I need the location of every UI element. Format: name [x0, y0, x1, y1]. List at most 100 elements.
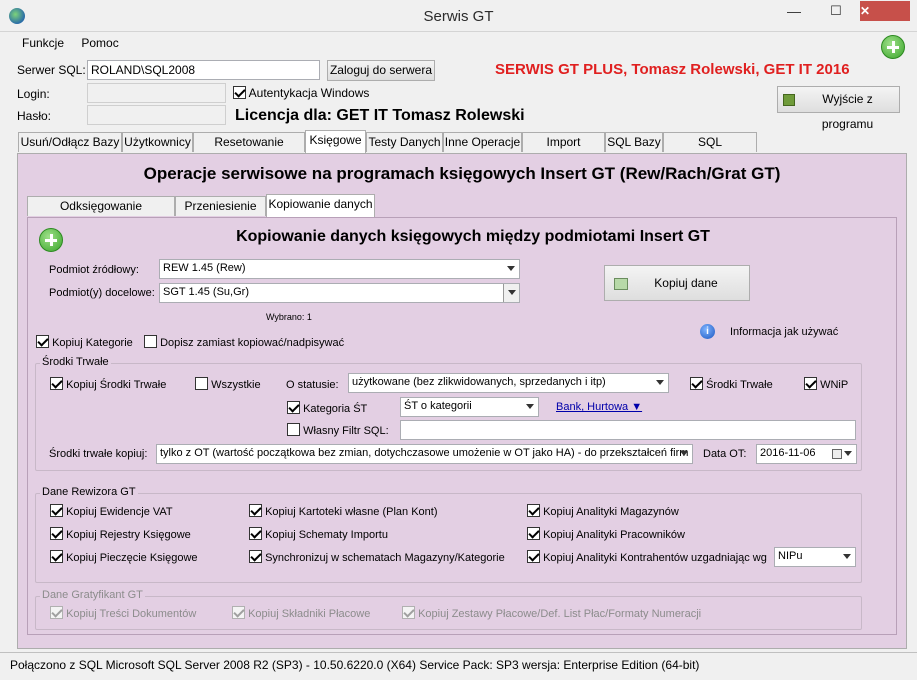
rewizor-accounts-label: Kopiuj Kartoteki własne (Plan Kont): [265, 506, 438, 518]
status-value: użytkowane (bez zlikwidowanych, sprzedan…: [352, 376, 606, 388]
own-filter-checkbox[interactable]: Własny Filtr SQL:: [287, 423, 389, 437]
menu-pomoc[interactable]: Pomoc: [81, 36, 118, 50]
all-label: Wszystkie: [211, 379, 261, 391]
category-select[interactable]: ŚT o kategorii: [400, 397, 539, 417]
subtab-kopiowanie[interactable]: Kopiowanie danych: [266, 194, 375, 217]
target-select[interactable]: SGT 1.45 (Su,Gr): [159, 283, 520, 303]
chevron-down-icon: [508, 290, 516, 295]
all-checkbox[interactable]: Wszystkie: [195, 377, 261, 391]
copy-fixed-assets-checkbox[interactable]: Kopiuj Środki Trwałe: [50, 377, 166, 391]
own-filter-input[interactable]: [400, 420, 856, 440]
category-checkbox[interactable]: Kategoria ŚT: [287, 401, 367, 415]
dropdown-button[interactable]: [503, 284, 519, 302]
match-select[interactable]: NIPu: [774, 547, 856, 567]
checkbox-icon: [690, 377, 703, 390]
subtab-odksiegowanie[interactable]: Odksięgowanie dokumentów: [27, 196, 175, 232]
tab-inne-operacje[interactable]: Inne Operacje: [443, 132, 522, 152]
rewizor-warehouses-label: Kopiuj Analityki Magazynów: [543, 506, 679, 518]
fixed-assets-legend: Środki Trwałe: [40, 356, 111, 368]
brand-text: SERWIS GT PLUS, Tomasz Rolewski, GET IT …: [495, 61, 850, 78]
match-value: NIPu: [778, 550, 803, 562]
checkbox-icon: [249, 550, 262, 563]
checkbox-icon: [402, 606, 415, 619]
st-label: Środki Trwałe: [706, 379, 773, 391]
tab-resetowanie[interactable]: Resetowanie Licencji: [193, 132, 305, 168]
subtab-przeniesienie-bo[interactable]: Przeniesienie BO: [175, 196, 266, 232]
maximize-button[interactable]: ☐: [816, 0, 856, 22]
category-value: ŚT o kategorii: [404, 400, 472, 412]
rewizor-warehouses-checkbox[interactable]: Kopiuj Analityki Magazynów: [527, 504, 679, 518]
status-label: O statusie:: [286, 379, 339, 391]
checkbox-icon: [144, 335, 157, 348]
checkbox-icon: [527, 504, 540, 517]
license-text: Licencja dla: GET IT Tomasz Rolewski: [235, 107, 525, 124]
append-checkbox[interactable]: Dopisz zamiast kopiować/nadpisywać: [144, 335, 344, 349]
status-bar: Połączono z SQL Microsoft SQL Server 200…: [0, 652, 917, 680]
checkbox-icon: [233, 86, 246, 99]
checkbox-icon: [50, 606, 63, 619]
wnip-label: WNiP: [820, 379, 849, 391]
copy-data-button[interactable]: Kopiuj dane: [604, 265, 750, 301]
exit-label: Wyjście z programu: [821, 92, 874, 131]
copy-icon: [614, 278, 628, 290]
rewizor-vat-checkbox[interactable]: Kopiuj Ewidencje VAT: [50, 504, 173, 518]
checkbox-icon: [50, 527, 63, 540]
rewizor-accounts-checkbox[interactable]: Kopiuj Kartoteki własne (Plan Kont): [249, 504, 438, 518]
rewizor-seals-label: Kopiuj Pieczęcie Księgowe: [66, 552, 198, 564]
windows-auth-label: Autentykacja Windows: [248, 86, 370, 100]
server-label: Serwer SQL:: [17, 63, 86, 77]
rewizor-seals-checkbox[interactable]: Kopiuj Pieczęcie Księgowe: [50, 550, 198, 564]
category-link[interactable]: Bank, Hurtowa ▼: [556, 401, 642, 413]
checkbox-icon: [249, 504, 262, 517]
chevron-down-icon: [843, 554, 851, 559]
copy-panel: Kopiowanie danych księgowych między podm…: [27, 217, 897, 635]
calendar-icon[interactable]: [832, 449, 842, 459]
rewizor-employees-label: Kopiuj Analityki Pracowników: [543, 529, 685, 541]
menu-bar: Funkcje Pomoc: [22, 36, 133, 50]
rewizor-schemes-checkbox[interactable]: Kopiuj Schematy Importu: [249, 527, 388, 541]
minimize-button[interactable]: —: [774, 0, 814, 22]
tab-uzytkownicy[interactable]: Użytkownicy: [122, 132, 193, 152]
date-picker[interactable]: 2016-11-06: [756, 444, 857, 464]
info-label[interactable]: Informacja jak używać: [730, 326, 838, 338]
wnip-checkbox[interactable]: WNiP: [804, 377, 848, 391]
login-label: Login:: [17, 87, 50, 101]
tab-sql-uzytkownicy[interactable]: SQL Użytkownicy: [663, 132, 757, 168]
st-checkbox[interactable]: Środki Trwałe: [690, 377, 773, 391]
login-input[interactable]: [87, 83, 226, 103]
tab-usun-odlacz[interactable]: Usuń/Odłącz Bazy: [18, 132, 122, 152]
checkbox-icon: [36, 335, 49, 348]
info-icon[interactable]: i: [700, 324, 715, 339]
close-button[interactable]: ✕: [860, 1, 910, 21]
exit-button[interactable]: Wyjście z programu: [777, 86, 900, 131]
tab-sql-bazy[interactable]: SQL Bazy: [605, 132, 663, 152]
checkbox-icon: [527, 550, 540, 563]
rewizor-contractors-checkbox[interactable]: Kopiuj Analityki Kontrahentów uzgadniają…: [527, 550, 767, 564]
server-input[interactable]: ROLAND\SQL2008: [87, 60, 320, 80]
password-input[interactable]: [87, 105, 226, 125]
checkbox-icon: [50, 550, 63, 563]
status-select[interactable]: użytkowane (bez zlikwidowanych, sprzedan…: [348, 373, 669, 393]
rewizor-employees-checkbox[interactable]: Kopiuj Analityki Pracowników: [527, 527, 685, 541]
rewizor-contractors-label: Kopiuj Analityki Kontrahentów uzgadniają…: [543, 552, 767, 564]
grat-sets-checkbox: Kopiuj Zestawy Płacowe/Def. List Płac/Fo…: [402, 606, 701, 620]
checkbox-icon: [287, 401, 300, 414]
source-label: Podmiot źródłowy:: [49, 264, 139, 276]
windows-auth-checkbox[interactable]: Autentykacja Windows: [233, 86, 369, 100]
tab-testy-danych[interactable]: Testy Danych: [366, 132, 443, 152]
chevron-down-icon: [844, 451, 852, 456]
rewizor-vat-label: Kopiuj Ewidencje VAT: [66, 506, 173, 518]
add-icon[interactable]: [881, 35, 905, 59]
tab-import-kartotek[interactable]: Import Kartotek: [522, 132, 605, 168]
rewizor-registers-checkbox[interactable]: Kopiuj Rejestry Księgowe: [50, 527, 191, 541]
menu-funkcje[interactable]: Funkcje: [22, 36, 64, 50]
login-server-button[interactable]: Zaloguj do serwera: [327, 60, 435, 81]
copy-categories-checkbox[interactable]: Kopiuj Kategorie: [36, 335, 133, 349]
checkbox-icon: [287, 423, 300, 436]
rewizor-sync-checkbox[interactable]: Synchronizuj w schematach Magazyny/Kateg…: [249, 550, 505, 564]
tab-ksiegowe[interactable]: Księgowe: [305, 130, 366, 153]
copy-mode-select[interactable]: tylko z OT (wartość początkowa bez zmian…: [156, 444, 693, 464]
rewizor-legend: Dane Rewizora GT: [40, 486, 138, 498]
category-label: Kategoria ŚT: [303, 403, 368, 415]
source-select[interactable]: REW 1.45 (Rew): [159, 259, 520, 279]
